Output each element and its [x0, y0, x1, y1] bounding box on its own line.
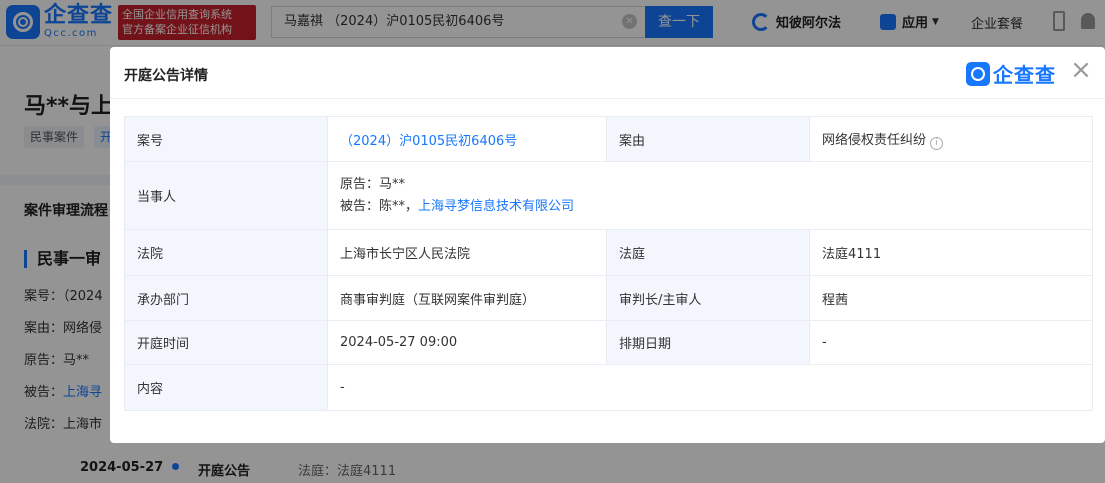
table-row: 法院 上海市长宁区人民法院 法庭 法庭4111 — [124, 229, 1093, 276]
case-no-label: 案号 — [124, 116, 328, 162]
hearing-time-label: 开庭时间 — [124, 320, 328, 365]
parties-label: 当事人 — [124, 161, 328, 230]
close-icon[interactable]: × — [1070, 57, 1092, 83]
case-no-value: （2024）沪0105民初6406号 — [327, 116, 607, 162]
logo-icon — [966, 61, 990, 86]
hearing-detail-table: 案号 （2024）沪0105民初6406号 案由 网络侵权责任纠纷 i 当事人 原… — [124, 116, 1093, 411]
plaintiff-line: 原告：马** — [340, 176, 406, 192]
defendant-prefix: 被告：陈**， — [340, 198, 419, 214]
court-value: 上海市长宁区人民法院 — [327, 229, 607, 276]
schedule-date-label: 排期日期 — [606, 320, 810, 365]
cause-label: 案由 — [606, 116, 810, 162]
defendant-line: 被告：陈**，上海寻梦信息技术有限公司 — [340, 196, 1080, 218]
table-row: 案号 （2024）沪0105民初6406号 案由 网络侵权责任纠纷 i — [124, 116, 1093, 162]
cause-text: 网络侵权责任纠纷 — [822, 132, 927, 148]
courtroom-value: 法庭4111 — [809, 229, 1093, 276]
content-label: 内容 — [124, 364, 328, 411]
table-row: 内容 - — [124, 364, 1093, 411]
courtroom-label: 法庭 — [606, 229, 810, 276]
modal-logo: 企查查 — [966, 59, 1056, 88]
judge-value: 程茜 — [809, 275, 1093, 321]
defendant-company-link[interactable]: 上海寻梦信息技术有限公司 — [418, 199, 574, 214]
table-row: 当事人 原告：马** 被告：陈**，上海寻梦信息技术有限公司 — [124, 161, 1093, 230]
table-row: 承办部门 商事审判庭（互联网案件审判庭） 审判长/主审人 程茜 — [124, 275, 1093, 321]
modal-header: 开庭公告详情 企查查 × — [110, 47, 1105, 99]
dept-value: 商事审判庭（互联网案件审判庭） — [327, 275, 607, 321]
table-row: 开庭时间 2024-05-27 09:00 排期日期 - — [124, 320, 1093, 365]
modal-title: 开庭公告详情 — [124, 68, 208, 84]
parties-value: 原告：马** 被告：陈**，上海寻梦信息技术有限公司 — [327, 161, 1093, 230]
judge-label: 审判长/主审人 — [606, 275, 810, 321]
dept-label: 承办部门 — [124, 275, 328, 321]
court-label: 法院 — [124, 229, 328, 276]
hearing-time-value: 2024-05-27 09:00 — [327, 320, 607, 365]
modal-logo-text: 企查查 — [993, 63, 1056, 87]
schedule-date-value: - — [809, 320, 1093, 365]
content-value: - — [327, 364, 1093, 411]
case-no-link[interactable]: （2024）沪0105民初6406号 — [340, 134, 517, 149]
hearing-notice-modal: 开庭公告详情 企查查 × 案号 （2024）沪0105民初6406号 案由 网络… — [110, 47, 1105, 443]
cause-value: 网络侵权责任纠纷 i — [809, 116, 1093, 162]
info-icon[interactable]: i — [930, 136, 944, 150]
